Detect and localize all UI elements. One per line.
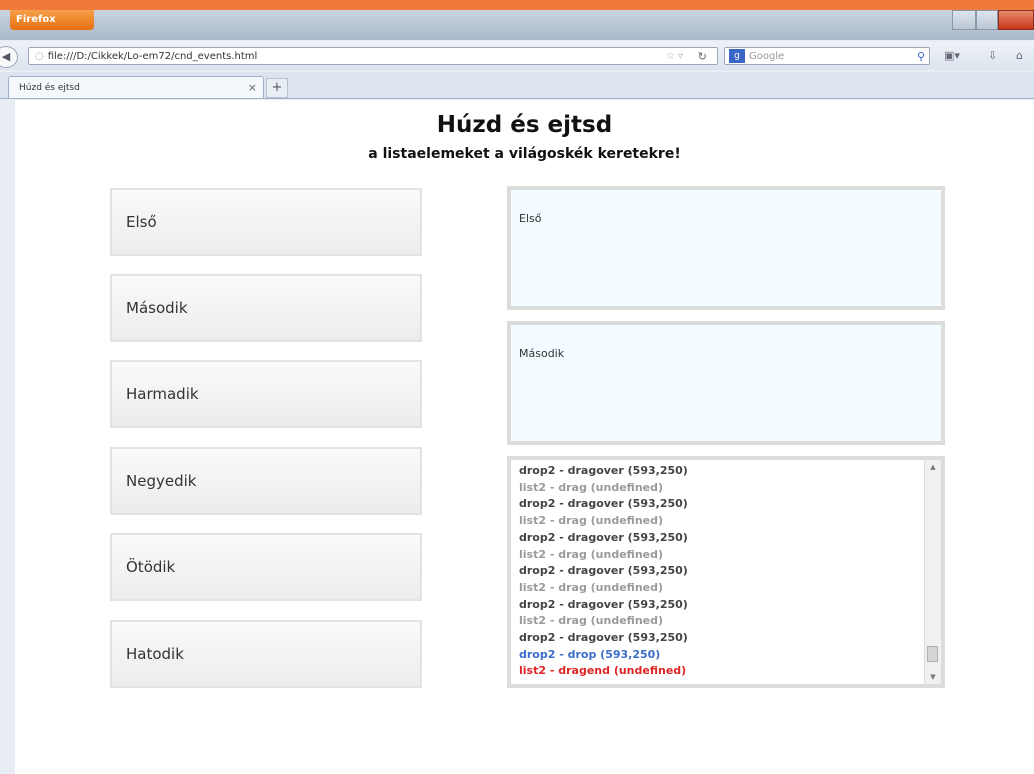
window-controls bbox=[952, 10, 1034, 30]
downloads-icon[interactable]: ⇩ bbox=[988, 47, 997, 65]
firefox-menu-button[interactable]: Firefox bbox=[10, 10, 94, 30]
list-item[interactable]: Második bbox=[110, 274, 422, 342]
scroll-thumb[interactable] bbox=[927, 646, 938, 662]
maximize-button[interactable] bbox=[976, 10, 998, 30]
log-line-dragover: drop2 - dragover (593,250) bbox=[519, 631, 688, 645]
minimize-button[interactable] bbox=[952, 10, 976, 30]
search-bar[interactable]: g Google ⚲ bbox=[724, 47, 930, 65]
back-icon[interactable]: ◀ bbox=[0, 46, 18, 68]
log-line-drag: list2 - drag (undefined) bbox=[519, 514, 664, 528]
log-line-drag: list2 - drag (undefined) bbox=[519, 614, 664, 628]
log-line-dragover: drop2 - dragover (593,250) bbox=[519, 497, 688, 511]
url-bar[interactable]: ◌ file:///D:/Cikkek/Lo-em72/cnd_events.ht… bbox=[28, 47, 718, 65]
drop-zone-2[interactable]: Második bbox=[507, 321, 945, 445]
list-item[interactable]: Első bbox=[110, 188, 422, 256]
scroll-up-icon[interactable]: ▲ bbox=[925, 460, 941, 474]
bookmarks-menu-icon[interactable]: ▣▾ bbox=[944, 47, 960, 65]
list-item[interactable]: Ötödik bbox=[110, 533, 422, 601]
tab-title: Húzd és ejtsd bbox=[19, 83, 80, 93]
search-placeholder: Google bbox=[749, 51, 785, 62]
event-log-lines: drop2 - dragover (593,250) list2 - drag (… bbox=[519, 463, 688, 680]
page-content: Húzd és ejtsd a listaelemeket a világosk… bbox=[15, 100, 1034, 774]
bookmark-star-icon[interactable]: ☆ ▿ bbox=[666, 48, 683, 66]
list-item[interactable]: Hatodik bbox=[110, 620, 422, 688]
log-line-dragover: drop2 - dragover (593,250) bbox=[519, 530, 688, 544]
log-scrollbar[interactable]: ▲ ▼ bbox=[924, 460, 941, 684]
tab-active[interactable]: Húzd és ejtsd × bbox=[8, 76, 264, 98]
log-line-dragover: drop2 - dragover (593,250) bbox=[519, 464, 688, 477]
drop-zone-1[interactable]: Első bbox=[507, 186, 945, 310]
page-subtitle: a listaelemeket a világoskék keretekre! bbox=[368, 146, 681, 162]
search-engine-icon[interactable]: g bbox=[729, 49, 745, 63]
tab-close-icon[interactable]: × bbox=[248, 77, 257, 99]
list-item[interactable]: Negyedik bbox=[110, 447, 422, 515]
tab-bar: Húzd és ejtsd × + bbox=[0, 72, 1034, 99]
close-window-button[interactable] bbox=[998, 10, 1034, 30]
log-line-drag: list2 - drag (undefined) bbox=[519, 547, 664, 561]
log-line-drag: list2 - drag (undefined) bbox=[519, 580, 664, 594]
event-log[interactable]: drop2 - dragover (593,250) list2 - drag (… bbox=[507, 456, 945, 688]
page-title: Húzd és ejtsd bbox=[436, 112, 613, 138]
site-identity-icon: ◌ bbox=[35, 51, 44, 62]
drop-zone-content: Első bbox=[519, 212, 542, 225]
search-icon[interactable]: ⚲ bbox=[917, 48, 925, 66]
log-line-dragover: drop2 - dragover (593,250) bbox=[519, 597, 688, 611]
title-bar: Firefox bbox=[0, 10, 1034, 40]
log-line-dragend: list2 - dragend (undefined) bbox=[519, 664, 687, 678]
log-line-dragover: drop2 - dragover (593,250) bbox=[519, 564, 688, 578]
new-tab-button[interactable]: + bbox=[266, 78, 288, 98]
drop-zone-content: Második bbox=[519, 347, 565, 360]
navigation-bar: ◀ ◌ file:///D:/Cikkek/Lo-em72/cnd_events.… bbox=[0, 42, 1034, 70]
reload-icon[interactable]: ↻ bbox=[698, 48, 707, 66]
url-text: file:///D:/Cikkek/Lo-em72/cnd_events.htm… bbox=[47, 51, 258, 62]
browser-window: Firefox ◀ ◌ file:///D:/Cikkek/Lo-em72/cnd… bbox=[0, 10, 1034, 774]
home-icon[interactable]: ⌂ bbox=[1016, 47, 1023, 65]
list-item[interactable]: Harmadik bbox=[110, 360, 422, 428]
scroll-down-icon[interactable]: ▼ bbox=[925, 670, 941, 684]
log-line-drop: drop2 - drop (593,250) bbox=[519, 647, 661, 661]
log-line-drag: list2 - drag (undefined) bbox=[519, 480, 664, 494]
